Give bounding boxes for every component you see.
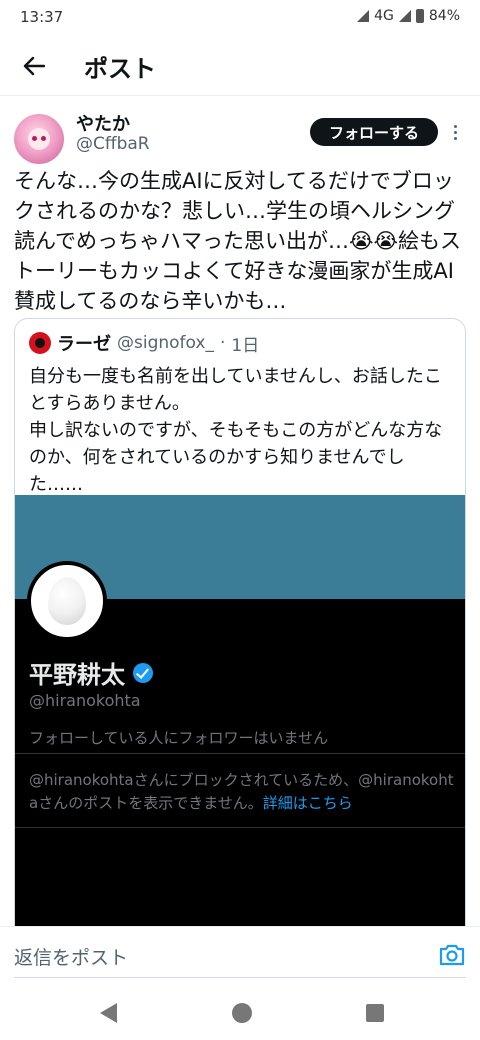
avatar-eye-right bbox=[41, 136, 46, 141]
blocked-text: @hiranokohtaさんにブロックされているため、@hiranokohtaさ… bbox=[29, 771, 454, 812]
status-bar: 13:37 4G 84% bbox=[0, 0, 480, 34]
divider bbox=[15, 753, 465, 754]
signal-strength-icon bbox=[398, 10, 411, 22]
quoted-text: 自分も一度も名前を出していませんし、お話したことすらありません。申し訳ないのです… bbox=[29, 363, 453, 498]
page-title: ポスト bbox=[84, 55, 156, 83]
profile-handle: @hiranokohta bbox=[29, 691, 141, 710]
battery-level: 84% bbox=[428, 8, 460, 24]
camera-icon[interactable] bbox=[438, 943, 466, 967]
no-followers-text: フォローしている人にフォロワーはいません bbox=[29, 729, 329, 747]
profile-name-text: 平野耕太 bbox=[29, 661, 125, 689]
top-bar: ポスト bbox=[0, 34, 480, 96]
quoted-text-line: 自分も一度も名前を出していませんし、お話したことすらありません。 bbox=[29, 366, 442, 414]
quoted-timestamp: 1日 bbox=[231, 335, 260, 356]
network-label: 4G bbox=[374, 8, 394, 24]
signal-icon bbox=[357, 10, 370, 22]
avatar[interactable] bbox=[14, 114, 64, 164]
post-text: そんな…今の生成AIに反対してるだけでブロックされるのかな？悲しい…学生の頃ヘル… bbox=[14, 169, 462, 313]
reply-underline bbox=[14, 977, 466, 978]
separator-dot: · bbox=[219, 333, 226, 353]
back-button[interactable] bbox=[16, 48, 52, 84]
more-options-icon[interactable] bbox=[447, 120, 463, 144]
nav-recent-apps-icon[interactable] bbox=[366, 1004, 384, 1022]
quoted-post[interactable]: ラーゼ @signofox_ · 1日 自分も一度も名前を出していませんし、お話… bbox=[14, 318, 466, 958]
divider bbox=[15, 827, 465, 828]
quoted-avatar bbox=[29, 332, 51, 354]
default-avatar bbox=[27, 561, 107, 641]
avatar-eye-left bbox=[32, 136, 37, 141]
system-nav-bar bbox=[0, 986, 480, 1040]
blocked-notice: @hiranokohtaさんにブロックされているため、@hiranokohtaさ… bbox=[29, 769, 459, 815]
nav-home-icon[interactable] bbox=[232, 1003, 252, 1023]
battery-icon bbox=[415, 9, 424, 23]
status-time: 13:37 bbox=[20, 8, 64, 26]
quoted-text-line: 申し訳ないのですが、そもそもこの方がどんな方なのか、何をされているのかすら知りま… bbox=[29, 420, 443, 495]
quoted-image[interactable]: 平野耕太 @hiranokohta フォローしている人にフォロワーはいません @… bbox=[15, 495, 465, 957]
reply-bar: 返信をポスト bbox=[0, 926, 480, 986]
arrow-left-icon bbox=[23, 56, 45, 76]
follow-button[interactable]: フォローする bbox=[310, 118, 438, 146]
post-author: やたか @CffbaR フォローする bbox=[0, 108, 480, 166]
details-link: 詳細はこちら bbox=[262, 794, 353, 812]
nav-back-icon[interactable] bbox=[100, 1003, 117, 1023]
quoted-display-name: ラーゼ bbox=[57, 334, 111, 355]
egg-icon bbox=[48, 577, 86, 625]
verified-badge-icon bbox=[133, 662, 153, 683]
author-display-name[interactable]: やたか bbox=[76, 110, 130, 136]
quoted-post-header: ラーゼ @signofox_ · 1日 bbox=[29, 331, 260, 356]
status-icons: 4G 84% bbox=[357, 8, 460, 24]
reply-input[interactable]: 返信をポスト bbox=[14, 943, 128, 970]
profile-name: 平野耕太 bbox=[29, 655, 153, 690]
quoted-handle: @signofox_ bbox=[117, 333, 214, 353]
author-handle[interactable]: @CffbaR bbox=[76, 134, 150, 154]
